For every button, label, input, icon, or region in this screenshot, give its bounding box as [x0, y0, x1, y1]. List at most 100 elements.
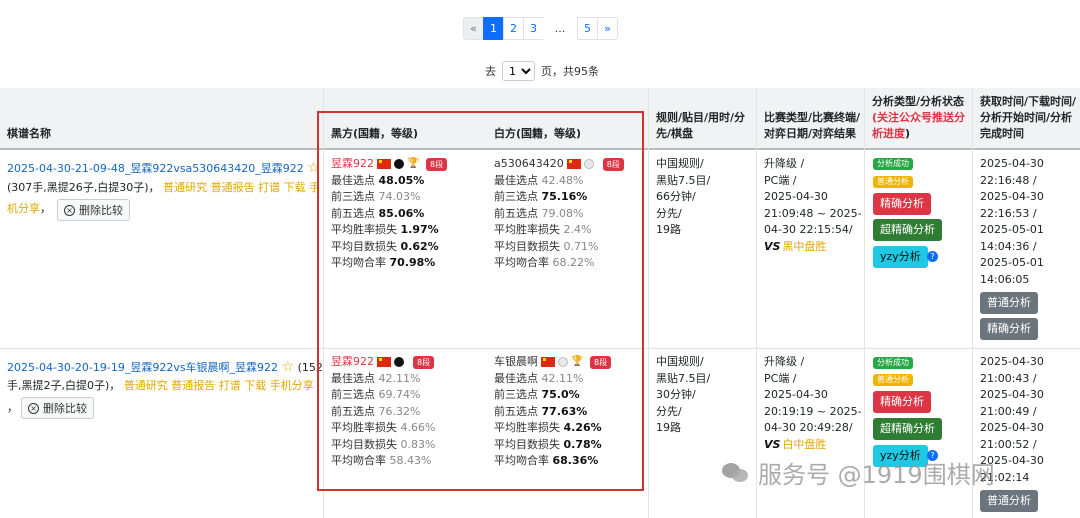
delete-compare-button[interactable]: × 删除比较 [21, 397, 94, 419]
column-divider [864, 88, 865, 518]
time-line: 2025-04-30 [980, 388, 1044, 401]
time-line: 2025-04-30 [980, 190, 1044, 203]
col-rules-header-line2: 先/棋盘 [656, 127, 694, 140]
pagination-page-2[interactable]: 2 [503, 17, 524, 40]
comma: ， [40, 202, 51, 215]
comma: ， [7, 401, 18, 414]
match-line: PC端 / [764, 173, 797, 187]
time-line: 21:00:52 / [980, 437, 1037, 451]
time-line: 2025-05-01 [980, 256, 1044, 269]
time-line: 22:16:53 / [980, 206, 1037, 220]
pagination-page-5[interactable]: 5 [577, 17, 598, 40]
status-badge-normal: 普通分析 [873, 374, 913, 386]
precise-analysis-grey-button[interactable]: 精确分析 [980, 318, 1038, 340]
pagination-page-3[interactable]: 3 [523, 17, 544, 40]
rules-line: 分先/ [656, 206, 682, 220]
match-cell: 升降级 / PC端 / 2025-04-30 21:09:48 ~ 2025- … [764, 156, 862, 255]
help-icon[interactable]: ? [927, 251, 938, 262]
normal-analysis-button[interactable]: 普通分析 [980, 292, 1038, 314]
rules-cell: 中国规则/ 黑贴7.5目/ 30分钟/ 分先/ 19路 [656, 354, 710, 437]
column-divider [972, 88, 973, 518]
close-circle-icon: × [28, 402, 39, 414]
rules-line: 66分钟/ [656, 190, 696, 203]
watermark-text: 服务号 @1919围棋网 [758, 461, 995, 489]
game-summary: 手,黑提2子,白提0子)， 普通研究 普通报告 打谱 下载 手机分享 [7, 378, 314, 394]
game-result: VS 白中盘胜 [764, 437, 862, 454]
match-line: 04-30 20:49:28/ [764, 421, 853, 434]
wechat-icon [722, 461, 750, 485]
game-title-row: 2025-04-30-21-09-48_昱霖922vsa530643420_昱霖… [7, 160, 320, 177]
time-line: 14:06:05 [980, 272, 1030, 286]
delete-compare-button[interactable]: × 删除比较 [57, 199, 130, 221]
game-move-info: (307手,黑提26子,白提30子)， [7, 181, 160, 194]
page-jump: 去 1 页 ，共95条 [485, 61, 599, 81]
time-line: 14:04:36 / [980, 239, 1037, 253]
game-title-link[interactable]: 2025-04-30-20-19-19_昱霖922vs车银晨啊_昱霖922 [7, 361, 278, 374]
match-line: PC端 / [764, 371, 797, 385]
col-match-header-line1: 比赛类型/比赛终端/ [764, 111, 861, 124]
col-rules-header: 规则/贴目/用时/分 先/棋盘 [656, 110, 745, 142]
game-action-links[interactable]: 普通研究 普通报告 打谱 下载 手 [163, 181, 320, 194]
col-name-header: 棋谱名称 [7, 127, 51, 140]
game-share-line: 机分享， [7, 201, 51, 217]
time-line: 2025-04-30 [980, 355, 1044, 368]
precise-analysis-button[interactable]: 精确分析 [873, 391, 931, 413]
status-badge-normal: 普通分析 [873, 176, 913, 188]
mobile-share-link[interactable]: 机分享 [7, 202, 40, 215]
time-line: 21:00:43 / [980, 371, 1037, 385]
rules-cell: 中国规则/ 黑贴7.5目/ 66分钟/ 分先/ 19路 [656, 156, 710, 239]
column-divider [648, 88, 649, 518]
game-move-info: 手,黑提2子,白提0子)， [7, 379, 121, 392]
rules-line: 分先/ [656, 404, 682, 418]
goto-label: 去 [485, 65, 496, 78]
time-line: 2025-04-30 [980, 421, 1044, 434]
col-analysis-header-red: (关注公众号推送分 [872, 111, 966, 124]
normal-analysis-button[interactable]: 普通分析 [980, 490, 1038, 512]
times-cell: 2025-04-30 22:16:48 / 2025-04-30 22:16:5… [980, 156, 1044, 288]
yzy-analysis-button[interactable]: yzy分析 [873, 246, 928, 268]
game-action-links[interactable]: 普通研究 普通报告 打谱 下载 手机分享 [124, 379, 314, 392]
page-select[interactable]: 1 [502, 61, 535, 81]
result-text: 黑中盘胜 [782, 239, 827, 253]
rules-line: 19路 [656, 421, 681, 434]
precise-analysis-button[interactable]: 精确分析 [873, 193, 931, 215]
pagination-next[interactable]: » [597, 17, 618, 40]
delete-compare-label: 删除比较 [43, 402, 87, 415]
match-line: 2025-04-30 [764, 388, 828, 401]
vs-icon: VS [764, 437, 781, 451]
col-analysis-header-red2: 析进度 [872, 127, 905, 140]
col-match-header-line2: 对弈日期/对弈结果 [764, 127, 857, 140]
match-line: 升降级 / [764, 355, 805, 368]
col-times-header-line2: 分析开始时间/分析 [980, 111, 1073, 124]
col-analysis-header: 分析类型/分析状态 (关注公众号推送分 析进度) [872, 94, 972, 142]
pagination-ellipsis: ... [543, 17, 577, 40]
rules-line: 30分钟/ [656, 388, 696, 401]
highlight-box [317, 111, 644, 491]
time-line: 2025-04-30 [980, 157, 1044, 170]
match-line: 2025-04-30 [764, 190, 828, 203]
page-suffix: 页 [541, 65, 552, 78]
col-times-header: 获取时间/下载时间/ 分析开始时间/分析 完成时间 [980, 94, 1076, 142]
time-line: 21:00:49 / [980, 404, 1037, 418]
super-precise-analysis-button[interactable]: 超精确分析 [873, 219, 942, 241]
rules-line: 19路 [656, 223, 681, 236]
pagination-prev[interactable]: « [463, 17, 484, 40]
match-line: 升降级 / [764, 157, 805, 170]
match-line: 21:09:48 ~ 2025- [764, 206, 862, 220]
match-cell: 升降级 / PC端 / 2025-04-30 20:19:19 ~ 2025- … [764, 354, 862, 453]
match-line: 20:19:19 ~ 2025- [764, 404, 862, 418]
star-icon[interactable]: ☆ [282, 359, 295, 375]
status-badge-success: 分析成功 [873, 357, 913, 369]
col-times-header-line1: 获取时间/下载时间/ [980, 95, 1077, 108]
game-share-line: ， [7, 400, 18, 416]
total-count: ，共95条 [552, 65, 599, 78]
game-title-row: 2025-04-30-20-19-19_昱霖922vs车银晨啊_昱霖922 ☆ … [7, 359, 323, 376]
game-title-link[interactable]: 2025-04-30-21-09-48_昱霖922vsa530643420_昱霖… [7, 162, 304, 175]
super-precise-analysis-button[interactable]: 超精确分析 [873, 418, 942, 440]
watermark: 服务号 @1919围棋网 [722, 455, 995, 490]
pagination-page-1[interactable]: 1 [483, 17, 504, 40]
col-times-header-line3: 完成时间 [980, 127, 1024, 140]
column-divider [756, 88, 757, 518]
close-circle-icon: × [64, 204, 75, 216]
delete-compare-label: 删除比较 [79, 204, 123, 217]
